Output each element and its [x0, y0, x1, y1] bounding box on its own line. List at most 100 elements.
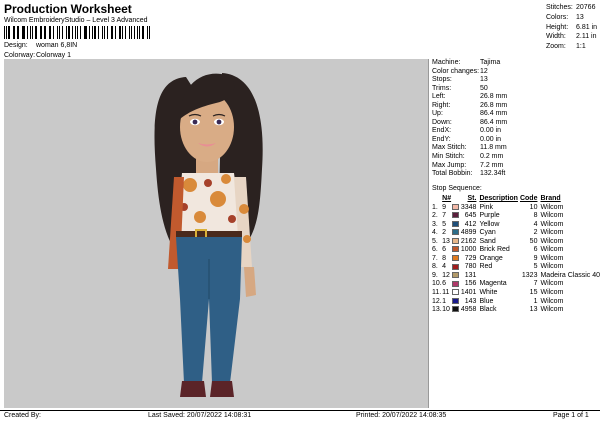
row-index: 2. — [432, 212, 438, 220]
width-value: 2.11 in — [576, 33, 597, 41]
table-row: 10. 6 156 Magenta 7 Wilcom — [432, 280, 600, 289]
spec-row: Color changes: 12 — [432, 68, 507, 77]
row-brand: Wilcom — [540, 289, 564, 297]
color-swatch — [452, 306, 460, 313]
spec-row: Right: 26.8 mm — [432, 102, 507, 111]
colors-value: 13 — [576, 13, 584, 21]
row-needle: 13 — [442, 237, 450, 245]
row-stitches: 412 — [464, 220, 477, 228]
row-brand: Wilcom — [540, 254, 564, 262]
row-swatch-cell — [452, 306, 461, 315]
row-index: 5. — [432, 237, 438, 245]
row-stitches: 1000 — [460, 246, 477, 254]
spec-label: Stops: — [432, 76, 452, 84]
row-needle: 10 — [442, 306, 450, 314]
row-code: 1 — [533, 297, 538, 305]
barcode-bar — [148, 26, 150, 39]
stitches-label: Stitches: — [546, 4, 573, 11]
row-index: 1. — [432, 203, 438, 211]
table-row: 7. 8 729 Orange 9 Wilcom — [432, 255, 600, 264]
row-needle: 8 — [442, 254, 447, 262]
row-swatch-cell — [452, 246, 461, 255]
row-brand: Wilcom — [540, 229, 564, 237]
barcode-bar — [30, 26, 32, 39]
spec-value: 26.8 mm — [480, 101, 508, 109]
worksheet-title: Production Worksheet — [4, 2, 132, 16]
spec-label: Max Jump: — [432, 161, 467, 169]
row-stitches: 3348 — [460, 203, 477, 211]
barcode-bar — [41, 26, 42, 39]
col-description: Description — [479, 195, 518, 202]
row-description: Sand — [479, 237, 496, 245]
row-swatch-cell — [452, 297, 461, 307]
row-index: 12. — [432, 297, 442, 305]
barcode-bar — [92, 26, 93, 39]
row-needle: 11 — [442, 289, 450, 297]
color-swatch — [452, 229, 460, 236]
row-brand: Wilcom — [540, 212, 564, 220]
row-code: 8 — [533, 212, 538, 220]
barcode-bar — [59, 26, 60, 39]
row-code: 4 — [533, 220, 538, 228]
row-swatch-cell — [452, 220, 461, 230]
created-by: Created By: — [4, 412, 41, 419]
design-value: woman 6,8IN — [36, 42, 78, 49]
barcode-bar — [21, 26, 23, 39]
table-row: 8. 4 780 Red 5 Wilcom — [432, 263, 600, 272]
spec-label: Down: — [432, 118, 452, 126]
row-swatch-cell — [452, 203, 461, 213]
spec-value: 0.2 mm — [480, 153, 504, 161]
spec-value: 86.4 mm — [480, 110, 508, 118]
barcode-bar — [94, 26, 96, 39]
row-needle: 4 — [442, 263, 447, 271]
row-stitches: 156 — [464, 280, 477, 288]
design-label: Design: — [4, 42, 28, 49]
row-code: 7 — [533, 280, 538, 288]
last-saved: Last Saved: 20/07/2022 14:08:31 — [148, 412, 252, 419]
barcode-bar — [53, 26, 55, 39]
barcode-bar — [16, 26, 19, 39]
row-stitches: 645 — [464, 212, 477, 220]
row-brand: Wilcom — [540, 237, 564, 245]
zoom-value: 1:1 — [576, 43, 586, 51]
color-swatch — [452, 297, 460, 304]
row-swatch-cell — [452, 280, 461, 289]
row-code: 1323 — [521, 271, 538, 279]
spec-label: Machine: — [432, 59, 461, 66]
spec-row: EndX: 0.00 in — [432, 127, 507, 136]
table-row: 6. 6 1000 Brick Red 6 Wilcom — [432, 246, 600, 255]
spec-value: 86.4 mm — [480, 118, 508, 126]
row-description: Red — [479, 263, 493, 271]
color-swatch — [452, 220, 460, 227]
col-code: Code — [519, 195, 538, 202]
color-swatch — [452, 254, 460, 261]
row-index: 8. — [432, 263, 438, 271]
barcode-bar — [137, 26, 139, 39]
table-row: 9. 12 131 1323 Madeira Classic 40 — [432, 272, 600, 281]
row-description: Brick Red — [479, 246, 510, 254]
table-row: 12. 1 143 Blue 1 Wilcom — [432, 298, 600, 307]
spec-row: Max Stitch: 11.8 mm — [432, 144, 507, 153]
barcode-bar — [83, 26, 85, 39]
spec-label: Left: — [432, 93, 446, 101]
row-index: 6. — [432, 246, 438, 254]
color-swatch — [452, 212, 460, 219]
row-code: 6 — [533, 246, 538, 254]
spec-value: 0.00 in — [480, 127, 502, 135]
color-swatch — [452, 237, 460, 244]
row-swatch-cell — [452, 237, 461, 247]
row-stitches: 143 — [464, 297, 477, 305]
width-label: Width: — [546, 33, 566, 41]
row-code: 9 — [533, 254, 538, 262]
design-meta: Design: woman 6,8IN Colorway: Colorway 1 — [4, 41, 77, 61]
spec-value: 0.00 in — [480, 135, 502, 143]
barcode-bar — [71, 26, 73, 39]
row-stitches: 4958 — [460, 306, 477, 314]
row-code: 2 — [533, 229, 538, 237]
spec-row: Total Bobbin: 132.34ft — [432, 170, 507, 179]
spec-row: Stops: 13 — [432, 76, 507, 85]
spec-row: Up: 86.4 mm — [432, 110, 507, 119]
row-brand: Wilcom — [540, 280, 564, 288]
spec-value: 13 — [480, 76, 488, 84]
row-stitches: 729 — [464, 254, 477, 262]
